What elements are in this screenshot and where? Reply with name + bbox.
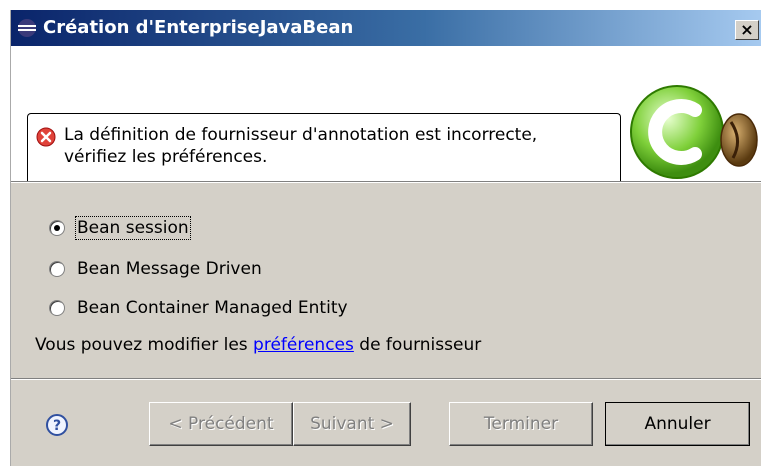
- preferences-link[interactable]: préférences: [253, 335, 354, 355]
- error-message-line2: vérifiez les préférences.: [64, 147, 268, 167]
- error-message-box: La définition de fournisseur d'annotatio…: [27, 113, 621, 181]
- finish-button[interactable]: Terminer: [449, 402, 593, 446]
- help-icon[interactable]: ?: [45, 413, 69, 437]
- option-bean-session[interactable]: Bean session: [49, 215, 191, 241]
- option-label: Bean session: [75, 216, 191, 240]
- window-title: Création d'EnterpriseJavaBean: [43, 17, 354, 38]
- svg-text:?: ?: [53, 418, 61, 434]
- radio-bean-cme[interactable]: [49, 300, 65, 316]
- wizard-dialog: Création d'EnterpriseJavaBean × La défin…: [10, 10, 761, 466]
- header-separator: [11, 181, 761, 183]
- back-button-label: < Précédent: [168, 414, 274, 434]
- wizard-header: La définition de fournisseur d'annotatio…: [11, 46, 761, 181]
- close-icon: ×: [740, 20, 754, 39]
- footer-separator: [11, 378, 761, 380]
- preferences-text: Vous pouvez modifier les préférences de …: [35, 335, 481, 355]
- cancel-button-label: Annuler: [644, 414, 711, 434]
- option-bean-message-driven[interactable]: Bean Message Driven: [49, 256, 262, 282]
- finish-button-label: Terminer: [483, 414, 559, 434]
- next-button-label: Suivant >: [310, 414, 394, 434]
- option-bean-cme[interactable]: Bean Container Managed Entity: [49, 295, 348, 321]
- next-button[interactable]: Suivant >: [293, 402, 411, 446]
- option-label: Bean Container Managed Entity: [77, 298, 348, 318]
- title-bar[interactable]: Création d'EnterpriseJavaBean ×: [11, 10, 761, 46]
- error-message-line1: La définition de fournisseur d'annotatio…: [64, 125, 538, 145]
- radio-bean-session[interactable]: [49, 220, 65, 236]
- preferences-text-before: Vous pouvez modifier les: [35, 335, 254, 355]
- back-button[interactable]: < Précédent: [149, 402, 293, 446]
- preferences-text-after: de fournisseur: [353, 335, 482, 355]
- ejb-wizard-logo: [630, 85, 758, 179]
- cancel-button[interactable]: Annuler: [605, 402, 750, 446]
- eclipse-icon: [18, 19, 36, 37]
- error-message: La définition de fournisseur d'annotatio…: [64, 124, 537, 168]
- close-button[interactable]: ×: [735, 20, 759, 40]
- radio-bean-message-driven[interactable]: [49, 261, 65, 277]
- option-label: Bean Message Driven: [77, 259, 262, 279]
- error-icon: [36, 127, 56, 147]
